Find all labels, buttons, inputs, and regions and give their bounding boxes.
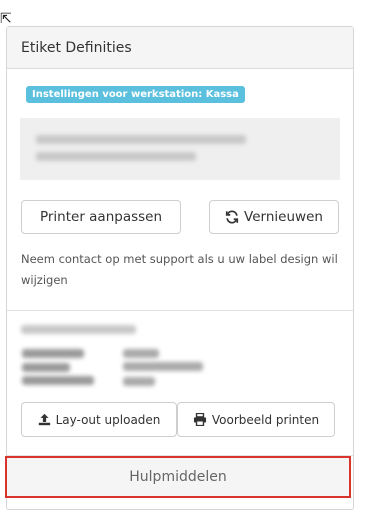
change-printer-label: Printer aanpassen <box>39 209 163 225</box>
redacted-text <box>21 325 136 334</box>
upload-icon <box>38 413 51 426</box>
refresh-icon <box>225 210 239 224</box>
tools-button[interactable]: Hulpmiddelen <box>5 456 351 498</box>
print-example-button[interactable]: Voorbeeld printen <box>177 402 335 437</box>
label-definitions-panel: Etiket Definities Instellingen voor werk… <box>5 26 354 510</box>
panel-header: Etiket Definities <box>7 27 353 69</box>
refresh-button[interactable]: Vernieuwen <box>209 200 339 234</box>
print-example-label: Voorbeeld printen <box>211 412 320 427</box>
panel-title: Etiket Definities <box>21 39 132 56</box>
support-note: Neem contact op met support als u uw lab… <box>21 252 338 287</box>
tools-label: Hulpmiddelen <box>129 469 227 485</box>
redacted-text <box>22 363 70 372</box>
redacted-text <box>22 349 84 358</box>
redacted-text <box>123 349 159 358</box>
refresh-label: Vernieuwen <box>244 209 323 225</box>
upload-layout-button[interactable]: Lay-out uploaden <box>21 402 177 437</box>
redacted-text <box>123 377 155 386</box>
redacted-printer-info <box>36 152 196 161</box>
workstation-badge: Instellingen voor werkstation: Kassa <box>26 86 245 103</box>
printer-info-box <box>20 118 340 180</box>
section-divider <box>7 310 353 311</box>
change-printer-button[interactable]: Printer aanpassen <box>21 200 181 234</box>
print-icon <box>193 413 207 426</box>
redacted-text <box>123 362 203 371</box>
upload-layout-label: Lay-out uploaden <box>55 412 161 427</box>
redacted-printer-info <box>36 135 246 144</box>
mouse-cursor-icon: ⇱ <box>0 11 12 27</box>
redacted-text <box>22 376 94 385</box>
